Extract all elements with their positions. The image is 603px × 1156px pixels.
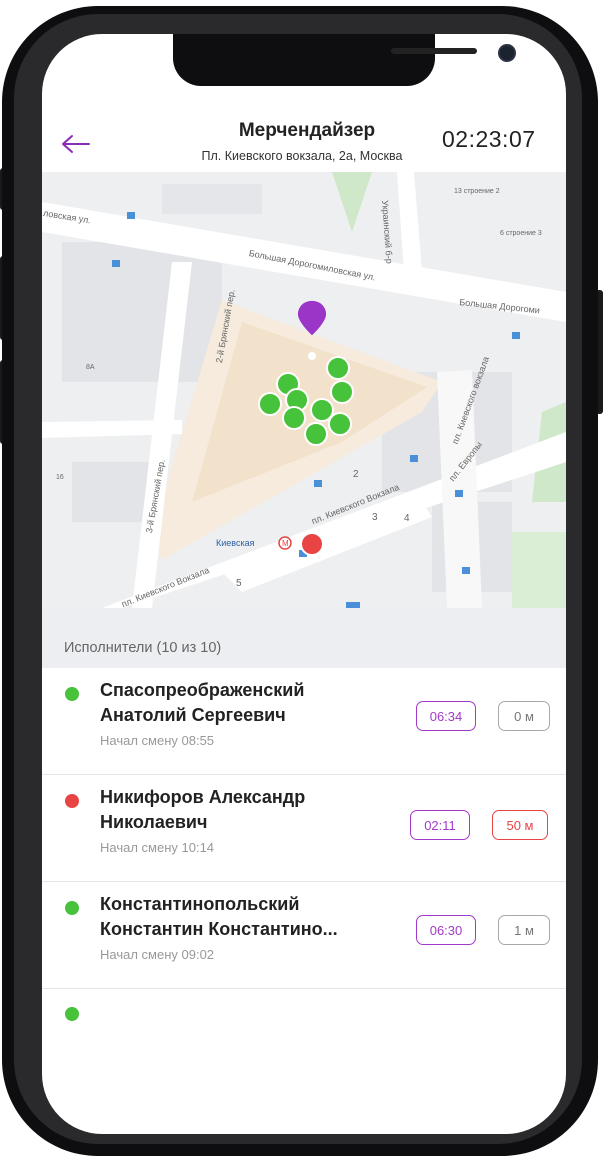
list-item-partial[interactable]	[42, 989, 566, 1021]
status-dot-active	[65, 1007, 79, 1021]
house-number: 8А	[86, 364, 95, 371]
address-subtitle: Пл. Киевского вокзала, 2а, Москва	[201, 149, 403, 163]
time-badge: 02:11	[410, 810, 470, 840]
time-badge: 06:34	[416, 701, 476, 731]
status-dot-active	[65, 901, 79, 915]
house-number: 4	[404, 513, 410, 524]
performer-name: Константинопольский Константин Константи…	[100, 894, 338, 939]
svg-text:M: M	[282, 539, 289, 548]
speaker	[391, 48, 477, 54]
house-number: 16	[56, 474, 64, 481]
app-header: Мерчендайзер Пл. Киевского вокзала, 2а, …	[42, 114, 566, 170]
status-dot-active	[65, 687, 79, 701]
notch	[173, 34, 516, 86]
performer-name: Спасопреображенский Анатолий Сергеевич	[100, 680, 305, 725]
list-item[interactable]: Спасопреображенский Анатолий Сергеевич Н…	[42, 668, 566, 775]
house-number: 13 строение 2	[454, 188, 500, 195]
distance-badge: 0 м	[498, 701, 550, 731]
map-tiles: M	[42, 172, 566, 608]
distance-badge: 1 м	[498, 915, 550, 945]
metro-label: Киевская	[216, 538, 255, 548]
camera	[498, 44, 516, 62]
distance-badge: 50 м	[492, 810, 548, 840]
house-number: 2	[353, 469, 359, 480]
page-title: Мерчендайзер	[238, 120, 376, 141]
back-arrow-icon[interactable]	[58, 132, 94, 156]
house-number: 5	[236, 578, 242, 589]
app-screen: Мерчендайзер Пл. Киевского вокзала, 2а, …	[42, 34, 566, 1134]
house-number: 3	[372, 512, 378, 523]
performer-name: Никифоров Александр Николаевич	[100, 787, 306, 832]
performers-list-header: Исполнители (10 из 10)	[42, 608, 566, 668]
time-badge: 06:30	[416, 915, 476, 945]
phone-mockup: Мерчендайзер Пл. Киевского вокзала, 2а, …	[0, 0, 603, 1156]
shift-timer: 02:23:07	[442, 126, 536, 152]
shift-start: Начал смену 10:14	[100, 840, 215, 855]
list-item[interactable]: Константинопольский Константин Константи…	[42, 882, 566, 989]
map-view[interactable]: M ловская ул. Большая Дорогомиловская ул…	[42, 172, 566, 608]
list-item[interactable]: Никифоров Александр Николаевич Начал сме…	[42, 775, 566, 882]
shift-start: Начал смену 08:55	[100, 733, 215, 748]
performers-count-label: Исполнители (10 из 10)	[64, 640, 222, 656]
house-number: 6 строение 3	[500, 230, 542, 237]
status-dot-alert	[65, 794, 79, 808]
shift-start: Начал смену 09:02	[100, 947, 215, 962]
